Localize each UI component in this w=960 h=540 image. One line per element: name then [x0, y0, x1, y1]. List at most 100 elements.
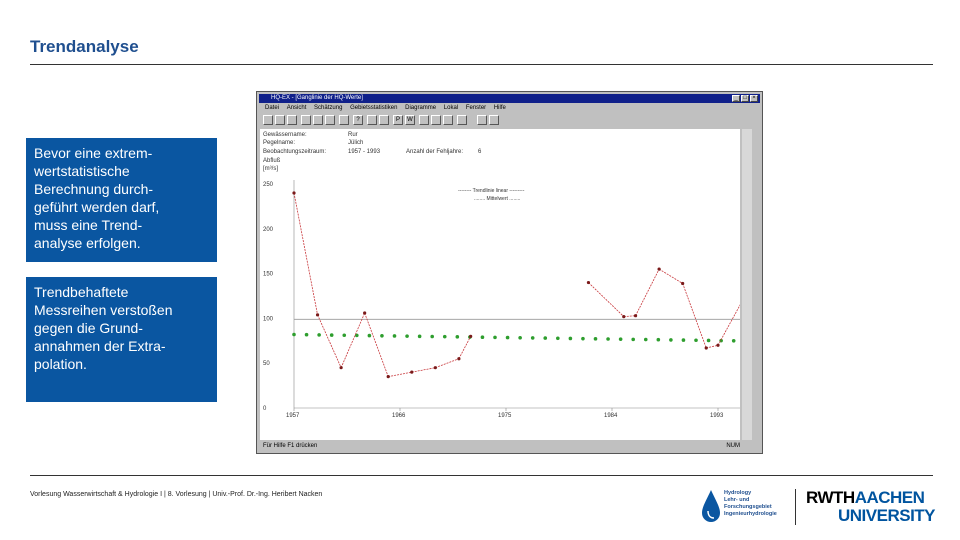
help-icon[interactable]: ? [353, 115, 363, 125]
trend-dot [543, 336, 548, 340]
trend-dot [556, 336, 560, 341]
info-label: Abfluß [263, 158, 281, 164]
y-tick-label: 0 [263, 406, 267, 412]
trend-dot [480, 335, 485, 340]
logo-divider [795, 489, 796, 525]
p-icon[interactable]: P [393, 115, 403, 125]
x-tick-label: 1957 [286, 413, 300, 419]
menu-item-ansicht[interactable]: Ansicht [287, 105, 307, 111]
trend-dot [706, 338, 711, 343]
logo-text: Lehr- und [724, 497, 750, 503]
hq-point [622, 315, 626, 319]
footer-divider [30, 475, 933, 476]
series-segment [588, 282, 625, 317]
menu-item-schaetzung[interactable]: Schätzung [314, 105, 342, 111]
trend-dot [581, 336, 585, 341]
series-segment [317, 314, 342, 368]
w-icon[interactable]: W [405, 115, 415, 125]
trend-dot [731, 339, 736, 343]
trend-dot [530, 336, 535, 340]
x-tick-label: 1993 [710, 413, 724, 419]
window-title: HQ-EX - [Ganglinie der HQ-Werte] [271, 95, 363, 101]
menu-item-gebietsstatistiken[interactable]: Gebietsstatistiken [350, 105, 397, 111]
map-icon[interactable] [457, 115, 467, 125]
info-box-2-line: annahmen der Extra- [34, 338, 166, 354]
info-box-2-line: polation. [34, 356, 87, 372]
menu-bar: Datei Ansicht Schätzung Gebietsstatistik… [259, 104, 760, 113]
legend-trend: -------- Trendlinie linear --------- [458, 188, 525, 194]
maximize-button[interactable]: □ [741, 95, 749, 102]
trend-dot [367, 333, 372, 338]
info-value: Jülich [348, 140, 363, 146]
print-icon[interactable] [339, 115, 349, 125]
y-tick-label: 100 [263, 316, 274, 322]
trend-dot [442, 334, 447, 339]
series-segment [682, 283, 707, 349]
menu-item-hilfe[interactable]: Hilfe [494, 105, 506, 111]
menu-item-diagramme[interactable]: Diagramme [405, 105, 436, 111]
table-icon[interactable] [367, 115, 377, 125]
chart-icon[interactable] [379, 115, 389, 125]
series-segment [411, 367, 436, 373]
record-count-label: Anzahl der Fehljahre: [406, 149, 463, 155]
trend-dot [292, 332, 296, 337]
info-value: 1957 - 1993 [348, 149, 381, 155]
open-file-icon[interactable] [275, 115, 285, 125]
hq-series [292, 191, 740, 379]
trend-dot [568, 336, 573, 341]
hq-point [363, 311, 367, 315]
menu-item-datei[interactable]: Datei [265, 105, 279, 111]
series-segment [293, 192, 318, 315]
info-box-2-line: gegen die Grund- [34, 320, 143, 336]
status-right: NUM [726, 443, 740, 449]
copy-icon[interactable] [313, 115, 323, 125]
series-segment [458, 336, 472, 359]
title-divider [30, 64, 933, 65]
menu-item-lokal[interactable]: Lokal [444, 105, 458, 111]
info-icon[interactable] [477, 115, 487, 125]
new-file-icon[interactable] [263, 115, 273, 125]
minimize-button[interactable]: _ [732, 95, 740, 102]
paste-icon[interactable] [325, 115, 335, 125]
logo-text: Hydrology [724, 490, 752, 496]
x-tick-label: 1966 [392, 413, 406, 419]
hq-point [633, 314, 638, 318]
hydrograph-chart: Gewässername: Rur Pegelname: Jülich Beob… [263, 132, 740, 419]
cut-icon[interactable] [301, 115, 311, 125]
toolbar: ? P W [259, 114, 760, 127]
series-segment [435, 358, 460, 369]
trend-dot [430, 334, 434, 339]
trend-dot [694, 338, 698, 343]
legend-mean: ........ Mittelwert ........ [474, 196, 520, 202]
record-count-value: 6 [478, 149, 482, 155]
menu-item-fenster[interactable]: Fenster [466, 105, 486, 111]
trend-dot [317, 333, 321, 337]
series-segment [635, 268, 660, 316]
hq-point [716, 343, 720, 347]
series-segment [658, 268, 683, 284]
trend-dot [493, 335, 497, 340]
trend-dot [342, 333, 347, 338]
hq-point [315, 313, 320, 317]
y-tick-label: 150 [263, 272, 274, 278]
grid-icon[interactable] [419, 115, 429, 125]
info-box-2: Trendbehaftete Messreihen verstoßen gege… [26, 277, 217, 402]
water-drop-icon [702, 490, 720, 522]
plot-area: Gewässername: Rur Pegelname: Jülich Beob… [260, 129, 740, 440]
info-box-1-line: Berechnung durch- [34, 181, 154, 197]
hydrology-logo: Hydrology Lehr- und Forschungsgebiet Ing… [700, 489, 790, 529]
aachen-wordmark: AACHEN [854, 488, 925, 507]
y-tick-label: 200 [263, 227, 274, 233]
curve-icon[interactable] [443, 115, 453, 125]
vertical-scrollbar[interactable] [742, 129, 752, 440]
context-help-icon[interactable] [489, 115, 499, 125]
trend-dot [606, 337, 610, 341]
hq-point [339, 366, 343, 370]
trend-icon[interactable] [431, 115, 441, 125]
save-file-icon[interactable] [287, 115, 297, 125]
hq-point [469, 334, 473, 338]
trend-dot [669, 338, 673, 342]
footer-text: Vorlesung Wasserwirtschaft & Hydrologie … [30, 491, 323, 498]
info-box-1-line: wertstatistische [34, 163, 130, 179]
close-button[interactable]: × [750, 95, 758, 102]
